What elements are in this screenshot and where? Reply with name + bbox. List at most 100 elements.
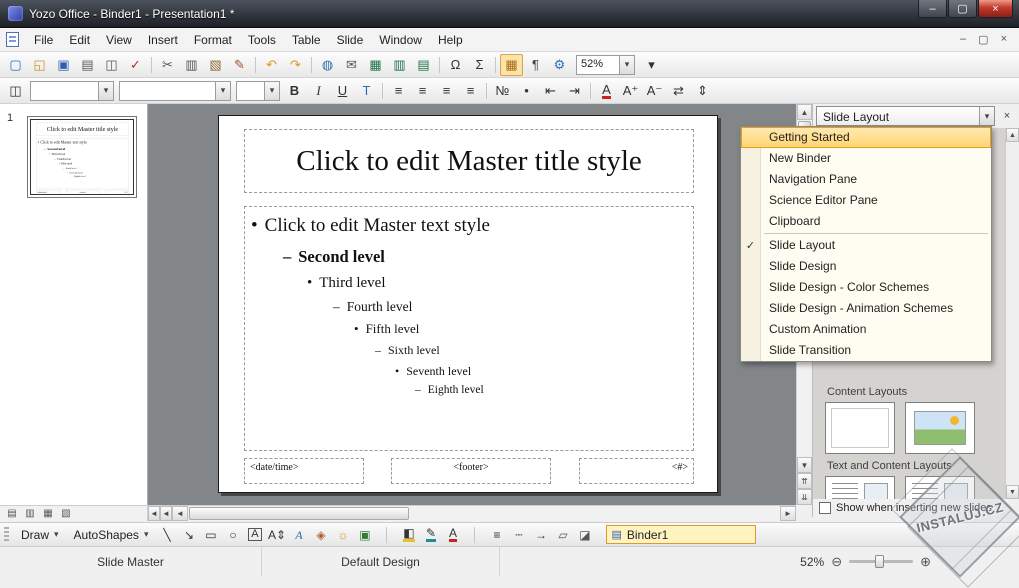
arrow-style-icon[interactable]: →: [530, 525, 551, 545]
slide-layout-toggle-icon[interactable]: ▦: [500, 54, 523, 76]
body-placeholder[interactable]: • Click to edit Master text style – Seco…: [244, 206, 694, 451]
menu-item[interactable]: Window: [371, 30, 430, 50]
increase-font-button[interactable]: A⁺: [619, 80, 642, 102]
task-pane-selector[interactable]: Slide Layout ▾: [816, 106, 995, 126]
insert-chart-icon[interactable]: ▥: [388, 54, 411, 76]
print-icon[interactable]: ▤: [76, 54, 99, 76]
font-style-dropdown-arrow-icon[interactable]: ▾: [215, 82, 230, 100]
slide-sorter-view-icon[interactable]: ▦: [40, 507, 56, 521]
menu-item[interactable]: View: [98, 30, 140, 50]
mdi-minimize-button[interactable]: –: [960, 33, 966, 46]
hscrollbar-track[interactable]: [410, 506, 780, 521]
minimize-button[interactable]: –: [918, 0, 947, 18]
text-effect-button[interactable]: T: [355, 80, 378, 102]
outline-view-icon[interactable]: ▥: [22, 507, 38, 521]
layout-thumb-content-image[interactable]: [905, 402, 975, 454]
slide-editing-area[interactable]: Click to edit Master title style • Click…: [218, 115, 718, 493]
menu-item-slide-design-animation-schemes[interactable]: Slide Design - Animation Schemes: [741, 298, 991, 319]
layout-thumb-text-content-1[interactable]: [825, 476, 895, 499]
scroll-down-icon[interactable]: ▼: [797, 457, 812, 473]
line-spacing-button[interactable]: ⇕: [691, 80, 714, 102]
slide-canvas[interactable]: Click to edit Master title style • Click…: [148, 104, 796, 505]
menu-item-slide-transition[interactable]: Slide Transition: [741, 340, 991, 361]
zoom-in-icon[interactable]: ⊕: [920, 554, 931, 570]
zoom-dropdown-arrow-icon[interactable]: ▾: [619, 56, 634, 74]
show-when-inserting-checkbox[interactable]: [819, 502, 831, 514]
slide-show-icon[interactable]: ▧: [58, 507, 74, 521]
scroll-up-icon[interactable]: ▲: [797, 104, 812, 120]
mdi-restore-button[interactable]: ▢: [978, 33, 988, 46]
menu-item-slide-layout[interactable]: ✓ Slide Layout: [741, 235, 991, 256]
toolbar-grip[interactable]: [4, 527, 9, 543]
font-name-select[interactable]: ▾: [30, 81, 114, 101]
scroll-left-icon[interactable]: ◄: [172, 506, 188, 521]
menu-item-slide-design-color-schemes[interactable]: Slide Design - Color Schemes: [741, 277, 991, 298]
menu-item-navigation-pane[interactable]: Navigation Pane: [741, 169, 991, 190]
format-painter-icon[interactable]: ✎: [228, 54, 251, 76]
fill-color-icon[interactable]: ◧: [398, 525, 419, 545]
cut-icon[interactable]: ✂: [156, 54, 179, 76]
ellipse-icon[interactable]: ○: [222, 525, 243, 545]
font-size-dropdown-arrow-icon[interactable]: ▾: [264, 82, 279, 100]
task-pane-dropdown-arrow-icon[interactable]: ▾: [979, 107, 994, 125]
draw-menu-button[interactable]: Draw ▾: [14, 525, 66, 545]
font-name-dropdown-arrow-icon[interactable]: ▾: [98, 82, 113, 100]
line-style-icon[interactable]: ≡: [486, 525, 507, 545]
menu-item[interactable]: Format: [186, 30, 240, 50]
numbered-list-button[interactable]: №: [491, 80, 514, 102]
next-slide-icon[interactable]: ⇊: [797, 489, 812, 505]
3d-style-icon[interactable]: ◪: [574, 525, 595, 545]
decrease-indent-button[interactable]: ⇤: [539, 80, 562, 102]
rectangle-icon[interactable]: ▭: [200, 525, 221, 545]
dash-style-icon[interactable]: ┄: [508, 525, 529, 545]
vertical-text-box-icon[interactable]: A⇕: [266, 525, 287, 545]
binder-name-field[interactable]: ▤ Binder1: [606, 525, 756, 544]
font-color-button[interactable]: A: [595, 80, 618, 102]
slide-number-placeholder[interactable]: <#>: [579, 458, 694, 484]
menu-item[interactable]: Edit: [61, 30, 98, 50]
task-pane-scroll-up-icon[interactable]: ▲: [1006, 128, 1019, 142]
menu-item[interactable]: Insert: [140, 30, 186, 50]
menu-item[interactable]: Help: [430, 30, 471, 50]
mdi-close-button[interactable]: ×: [1001, 33, 1007, 46]
decrease-font-button[interactable]: A⁻: [643, 80, 666, 102]
maximize-button[interactable]: ▢: [948, 0, 977, 18]
insert-sheet-icon[interactable]: ▤: [412, 54, 435, 76]
underline-button[interactable]: U: [331, 80, 354, 102]
menu-item-clipboard[interactable]: Clipboard: [741, 211, 991, 232]
more-tools-button[interactable]: ▾: [640, 54, 663, 76]
align-left-button[interactable]: ≡: [387, 80, 410, 102]
normal-view-icon[interactable]: ▤: [4, 507, 20, 521]
clip-art-icon[interactable]: ☼: [332, 525, 353, 545]
hyperlink-icon[interactable]: ◍: [316, 54, 339, 76]
menu-item[interactable]: Slide: [329, 30, 372, 50]
scroll-right-icon[interactable]: ►: [780, 506, 796, 521]
increase-indent-button[interactable]: ⇥: [563, 80, 586, 102]
copy-icon[interactable]: ▥: [180, 54, 203, 76]
autoshapes-menu-button[interactable]: AutoShapes ▾: [67, 525, 156, 545]
zoom-out-icon[interactable]: ⊖: [831, 554, 842, 570]
menu-item-science-editor-pane[interactable]: Science Editor Pane: [741, 190, 991, 211]
line-color-icon[interactable]: ✎: [420, 525, 441, 545]
page-setup-icon[interactable]: ◫: [4, 80, 27, 102]
shadow-style-icon[interactable]: ▱: [552, 525, 573, 545]
hscrollbar-thumb[interactable]: [189, 507, 409, 520]
print-preview-icon[interactable]: ◫: [100, 54, 123, 76]
wordart-icon[interactable]: A: [288, 525, 309, 545]
menu-item-custom-animation[interactable]: Custom Animation: [741, 319, 991, 340]
title-placeholder[interactable]: Click to edit Master title style: [244, 129, 694, 193]
horizontal-scrollbar[interactable]: ◄ ◄ ◄ ►: [148, 505, 796, 521]
align-justify-button[interactable]: ≡: [459, 80, 482, 102]
menu-item-slide-design[interactable]: Slide Design: [741, 256, 991, 277]
bold-button[interactable]: B: [283, 80, 306, 102]
bulleted-list-button[interactable]: •: [515, 80, 538, 102]
italic-button[interactable]: I: [307, 80, 330, 102]
font-size-select[interactable]: ▾: [236, 81, 280, 101]
align-right-button[interactable]: ≡: [435, 80, 458, 102]
menu-item[interactable]: Tools: [240, 30, 284, 50]
task-pane-close-icon[interactable]: ×: [998, 107, 1016, 125]
menu-item-new-binder[interactable]: New Binder: [741, 148, 991, 169]
undo-icon[interactable]: ↶: [260, 54, 283, 76]
paste-icon[interactable]: ▧: [204, 54, 227, 76]
task-pane-scroll-down-icon[interactable]: ▼: [1006, 485, 1019, 499]
